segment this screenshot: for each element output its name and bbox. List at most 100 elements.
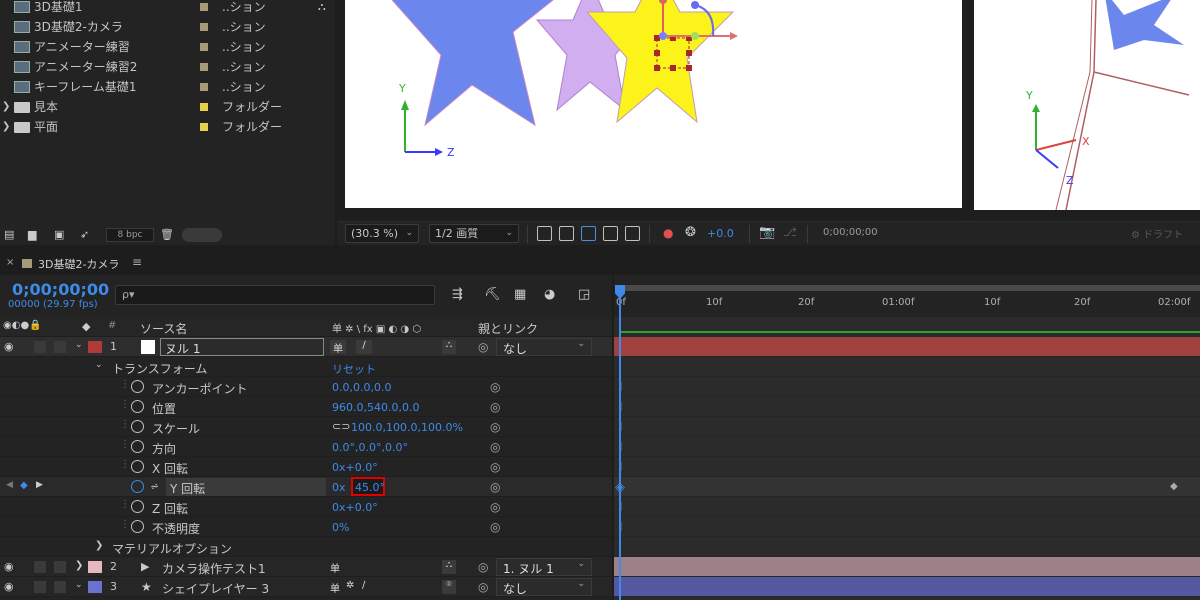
transform-group-row[interactable]: ⌄ トランスフォーム リセット	[0, 357, 612, 377]
timeline-tab-title[interactable]: 3D基礎2-カメラ	[38, 256, 119, 272]
new-folder-icon[interactable]: ▆	[28, 229, 42, 241]
property-anchor-point[interactable]: ⋮ アンカーポイント 0.0,0.0,0.0 ◎	[0, 377, 612, 397]
expression-pickwhip-icon[interactable]: ◎	[490, 460, 500, 474]
zoom-dropdown[interactable]: (30.3 %) ⌄	[345, 224, 419, 243]
project-item-3d2-camera[interactable]: 3D基礎2-カメラ ..ション	[0, 17, 335, 37]
composition-canvas-right[interactable]: Y X Z	[974, 0, 1200, 211]
constrain-proportions-icon[interactable]: ⊂⊃	[332, 420, 350, 433]
project-folder-solid[interactable]: ❯ 平面 フォルダー	[0, 117, 335, 137]
pick-whip-icon[interactable]: ◎	[478, 340, 488, 354]
solo-switch[interactable]	[34, 581, 46, 593]
stopwatch-icon[interactable]	[131, 500, 144, 513]
stopwatch-icon[interactable]	[131, 460, 144, 473]
frame-blending-icon[interactable]: ▦	[514, 287, 526, 302]
next-keyframe-icon[interactable]: ▶	[36, 480, 43, 490]
handle-bm[interactable]	[670, 65, 676, 71]
property-opacity[interactable]: ⋮ 不透明度 0% ◎	[0, 517, 612, 537]
layer-name[interactable]: カメラ操作テスト1	[162, 560, 266, 577]
label-color-swatch[interactable]	[200, 3, 208, 11]
solo-switch[interactable]	[34, 561, 46, 573]
stopwatch-icon[interactable]	[131, 480, 144, 493]
handle-bl[interactable]	[654, 65, 660, 71]
handle-ml[interactable]	[654, 50, 660, 56]
layer-label-color[interactable]	[88, 561, 102, 573]
resolution-dropdown[interactable]: 1/2 画質 ⌄	[429, 224, 519, 243]
property-scale[interactable]: ⋮ スケール ⊂⊃ 100.0,100.0,100.0% ◎	[0, 417, 612, 437]
lock-switch[interactable]	[54, 341, 66, 353]
property-y-rotation[interactable]: ◀ ◆ ▶ ⩫ Y 回転 0x 45.0° ◎	[0, 477, 612, 497]
viewer-timecode[interactable]: 0;00;00;00	[823, 227, 878, 238]
track-bar-shape3[interactable]	[614, 577, 1200, 597]
reset-exposure-icon[interactable]: ❂	[685, 225, 696, 240]
flowchart-icon[interactable]: ⛬	[318, 0, 326, 14]
anchor-point-value[interactable]: 0.0,0.0,0.0	[332, 381, 391, 394]
mask-path-icon[interactable]	[581, 226, 596, 241]
position-value[interactable]: 960.0,540.0,0.0	[332, 401, 419, 414]
layer-label-color[interactable]	[88, 581, 102, 593]
layer-row-shape3[interactable]: ◉ ⌄ 3 ★ シェイプレイヤー 3 单 ✲ ∕ ⌾ ◎ なし ⌄	[0, 577, 612, 597]
project-item-animator[interactable]: アニメーター練習 ..ション	[0, 37, 335, 57]
shy-switch[interactable]: 单	[330, 580, 340, 595]
keyframe-diamond-icon[interactable]: ◆	[1170, 481, 1178, 492]
shy-switch[interactable]: 单	[330, 340, 346, 355]
prev-keyframe-icon[interactable]: ◀	[6, 480, 13, 490]
layer-search-input[interactable]: ρ▾	[115, 285, 435, 305]
eye-visibility-icon[interactable]: ◉	[4, 560, 14, 573]
handle-br[interactable]	[686, 65, 692, 71]
graph-icon[interactable]: ⩫	[150, 480, 159, 493]
3d-layer-switch[interactable]: ⌾	[442, 580, 456, 594]
composition-canvas[interactable]: Y Z	[345, 0, 962, 208]
expression-pickwhip-icon[interactable]: ◎	[490, 520, 500, 534]
chevron-right-icon[interactable]: ❯	[95, 540, 103, 551]
draft-3d-button[interactable]: ⚙ ドラフト	[1131, 226, 1183, 241]
playhead[interactable]	[619, 287, 621, 600]
exposure-value[interactable]: +0.0	[707, 227, 734, 240]
z-rotation-value[interactable]: 0x+0.0°	[332, 501, 378, 514]
expression-pickwhip-icon[interactable]: ◎	[490, 420, 500, 434]
chevron-down-icon[interactable]: ⌄	[95, 360, 103, 370]
region-of-interest-icon[interactable]	[603, 226, 618, 241]
orientation-value[interactable]: 0.0°,0.0°,0.0°	[332, 441, 408, 454]
project-item-animator2[interactable]: アニメーター練習2 ..ション	[0, 57, 335, 77]
camera-snapshot-icon[interactable]: 📷	[759, 225, 775, 240]
parent-dropdown[interactable]: なし ⌄	[496, 338, 592, 356]
y-rotation-revolutions[interactable]: 0x	[332, 481, 346, 494]
source-name-header[interactable]: ソース名	[140, 320, 187, 337]
show-snapshot-icon[interactable]: ⎇	[783, 225, 797, 239]
opacity-value[interactable]: 0%	[332, 521, 349, 534]
layer-row-camera[interactable]: ◉ ❯ 2 ▶ カメラ操作テスト1 单 ⛬ ◎ 1. ヌル 1 ⌄	[0, 557, 612, 577]
material-options-row[interactable]: ❯ マテリアルオプション	[0, 537, 612, 557]
shy-layers-icon[interactable]: ⛏	[484, 287, 501, 302]
stopwatch-icon[interactable]	[131, 420, 144, 433]
chevron-right-icon[interactable]: ❯	[2, 97, 10, 117]
parent-dropdown[interactable]: なし ⌄	[496, 578, 592, 596]
layer-row-null1[interactable]: ◉ ⌄ 1 ヌル 1 单 ∕ ⛬ ◎ なし ⌄	[0, 337, 612, 357]
render-queue-icon[interactable]: ➶	[80, 229, 94, 241]
stopwatch-icon[interactable]	[131, 400, 144, 413]
3d-layer-switch[interactable]: ⛬	[442, 340, 456, 354]
lock-switch[interactable]	[54, 561, 66, 573]
thumbnail-slider[interactable]	[182, 228, 222, 242]
label-color-swatch[interactable]	[200, 103, 208, 111]
label-color-swatch[interactable]	[200, 23, 208, 31]
stopwatch-icon[interactable]	[131, 520, 144, 533]
label-color-swatch[interactable]	[200, 83, 208, 91]
project-folder-sample[interactable]: ❯ 見本 フォルダー	[0, 97, 335, 117]
time-ruler[interactable]: 0f 10f 20f 01:00f 10f 20f 02:00f	[614, 275, 1200, 317]
parent-dropdown[interactable]: 1. ヌル 1 ⌄	[496, 558, 592, 576]
project-item-3d1[interactable]: 3D基礎1 ..ション	[0, 0, 335, 17]
grid-guides-icon[interactable]	[625, 226, 640, 241]
track-bar-null1[interactable]	[614, 337, 1200, 357]
lock-switch[interactable]	[54, 581, 66, 593]
expression-pickwhip-icon[interactable]: ◎	[490, 480, 500, 494]
trash-icon[interactable]: 🗑	[160, 229, 174, 241]
hamburger-menu-icon[interactable]: ≡	[132, 255, 142, 269]
parent-link-header[interactable]: 親とリンク	[478, 320, 538, 337]
layer-name[interactable]: シェイプレイヤー 3	[162, 580, 269, 597]
motion-blur-icon[interactable]: ◕	[544, 287, 555, 302]
layer-name-field[interactable]: ヌル 1	[160, 338, 324, 356]
eye-visibility-icon[interactable]: ◉	[4, 580, 14, 593]
channel-rgb-icon[interactable]: ●	[663, 226, 673, 240]
layer-label-color[interactable]	[88, 341, 102, 353]
collapse-switch[interactable]: ✲	[346, 580, 354, 591]
